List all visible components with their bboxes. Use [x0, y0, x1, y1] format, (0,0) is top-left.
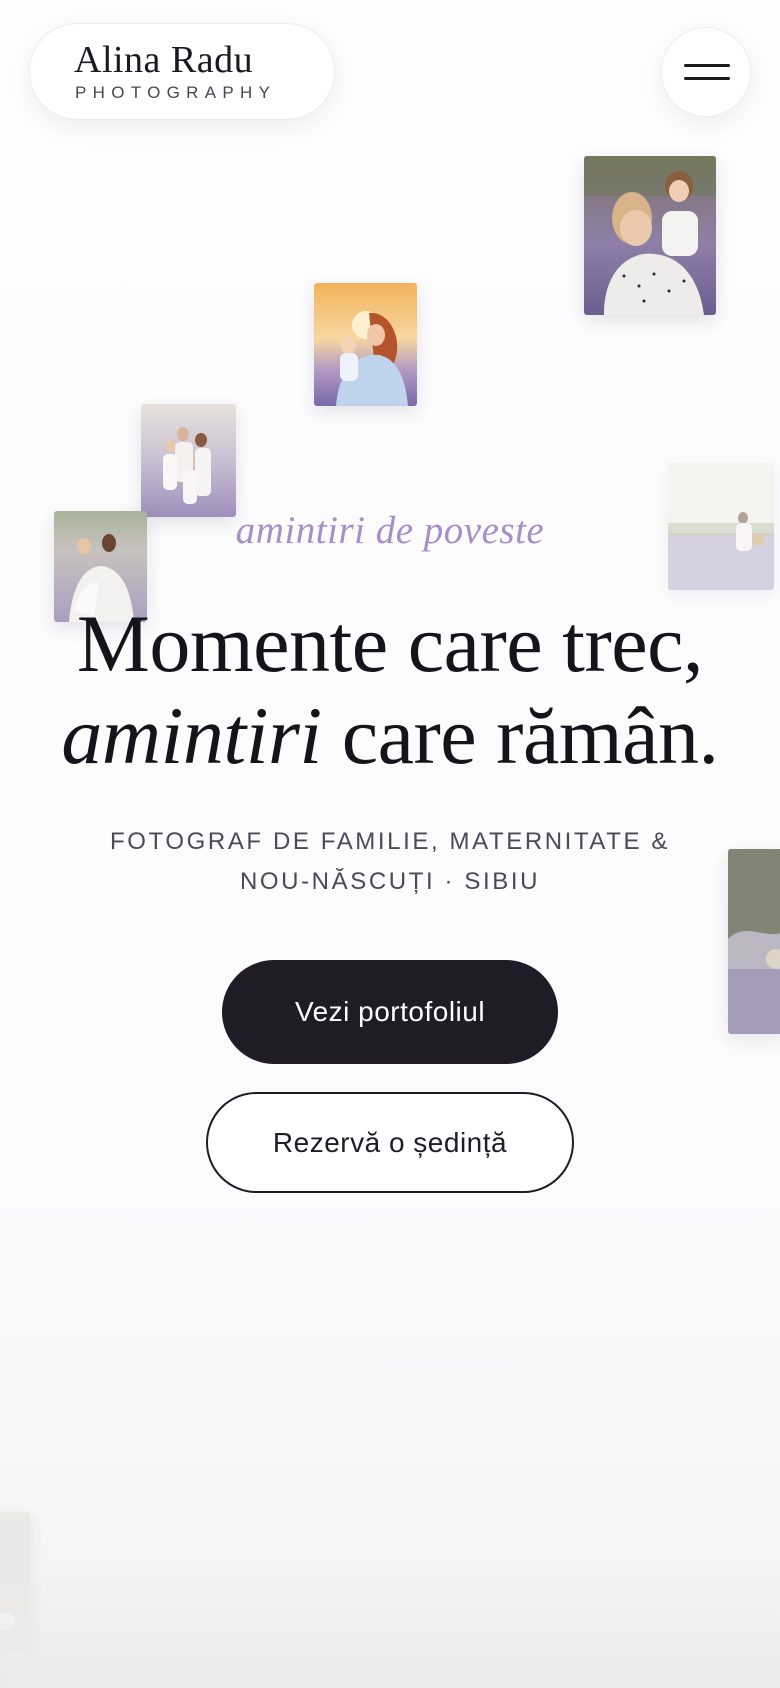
hero-subtitle: FOTOGRAF DE FAMILIE, MATERNITATE & NOU-N…: [110, 828, 670, 895]
hero-tagline: amintiri de poveste: [235, 509, 545, 552]
brand-logo[interactable]: Alina Radu PHOTOGRAPHY: [29, 23, 335, 120]
page: Alina Radu PHOTOGRAPHY amintiri de poves…: [0, 0, 780, 1688]
hamburger-menu-icon-bar: [684, 77, 730, 80]
headline-italic-word: amintiri: [61, 690, 322, 781]
headline-line-2: amintiri care rămân.: [0, 690, 780, 782]
view-portfolio-button[interactable]: Vezi portofoliul: [222, 960, 558, 1064]
headline-line-1: Momente care trec,: [76, 598, 704, 689]
hero-headline: Momente care trec, amintiri care rămân.: [0, 598, 780, 782]
hero-photo-family-group: [141, 404, 236, 517]
headline-line-2-rest: care rămân.: [321, 690, 719, 781]
hamburger-menu-icon: [684, 64, 730, 67]
hero-photo-sunset-mother-baby: [314, 283, 417, 406]
hero-photo-mother-child-lavender: [584, 156, 716, 315]
bottom-fade: [0, 1558, 780, 1688]
book-session-button[interactable]: Rezervă o ședință: [206, 1092, 574, 1193]
brand-subtitle: PHOTOGRAPHY: [75, 83, 277, 102]
hero-photo-tree-edge: [728, 849, 780, 1034]
brand-name: Alina Radu: [74, 39, 254, 81]
menu-button[interactable]: [661, 27, 751, 117]
